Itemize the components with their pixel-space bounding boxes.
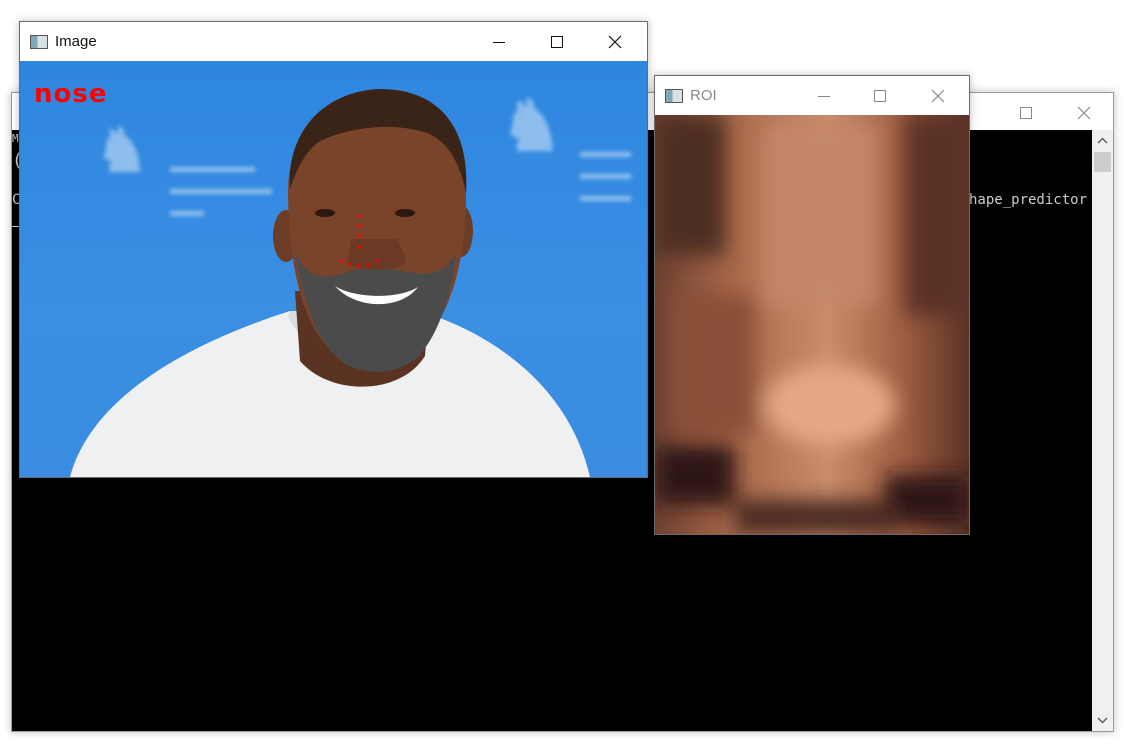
roi-nose-crop bbox=[655, 115, 969, 534]
chevron-down-icon[interactable] bbox=[1092, 711, 1113, 729]
roi-titlebar[interactable]: ROI bbox=[655, 76, 969, 115]
console-close-button[interactable] bbox=[1055, 93, 1113, 132]
image-close-button[interactable] bbox=[586, 22, 644, 61]
window-title: ROI bbox=[690, 87, 717, 104]
close-icon bbox=[1077, 106, 1091, 119]
maximize-icon bbox=[874, 89, 886, 102]
console-maximize-button[interactable] bbox=[997, 93, 1055, 132]
close-icon bbox=[608, 35, 622, 48]
console-scrollbar[interactable] bbox=[1092, 130, 1113, 731]
roi-maximize-button[interactable] bbox=[851, 76, 909, 115]
minimize-icon bbox=[818, 95, 830, 97]
app-icon bbox=[665, 88, 683, 103]
maximize-icon bbox=[551, 35, 563, 48]
maximize-icon bbox=[1020, 106, 1032, 119]
chevron-up-icon[interactable] bbox=[1092, 132, 1113, 150]
console-line: M bbox=[12, 132, 19, 145]
roi-window[interactable]: ROI bbox=[654, 75, 970, 535]
close-icon bbox=[931, 89, 945, 102]
image-minimize-button[interactable] bbox=[470, 22, 528, 61]
image-titlebar[interactable]: Image bbox=[20, 22, 647, 61]
image-maximize-button[interactable] bbox=[528, 22, 586, 61]
roi-minimize-button[interactable] bbox=[795, 76, 853, 115]
image-canvas[interactable]: ♞ ▬▬▬▬▬ ▬▬▬▬▬▬ ▬▬ ♞ ▬▬▬ ▬▬▬ ▬▬▬ nose bbox=[20, 61, 647, 477]
app-icon bbox=[30, 34, 48, 49]
scroll-thumb[interactable] bbox=[1094, 152, 1111, 172]
landmark-label: nose bbox=[34, 79, 108, 109]
image-window[interactable]: Image ♞ ▬▬▬▬▬ ▬▬▬▬▬▬ ▬▬ ♞ ▬▬▬ ▬▬▬ ▬▬▬ no… bbox=[19, 21, 648, 478]
window-title: Image bbox=[55, 33, 97, 50]
roi-close-button[interactable] bbox=[909, 76, 967, 115]
minimize-icon bbox=[493, 41, 505, 43]
console-line: hape_predictor bbox=[969, 192, 1088, 208]
roi-canvas[interactable] bbox=[655, 115, 969, 534]
portrait-photo bbox=[70, 89, 590, 477]
